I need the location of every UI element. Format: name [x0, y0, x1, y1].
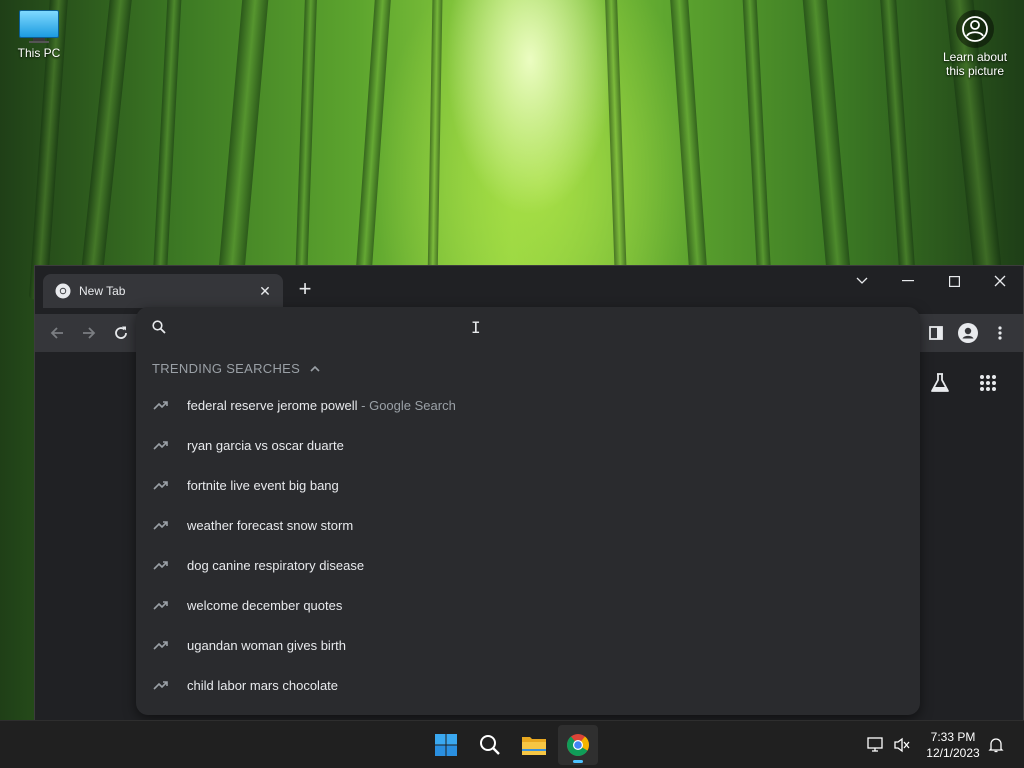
search-icon	[480, 735, 500, 755]
clock-time: 7:33 PM	[930, 730, 976, 744]
desktop-icon-label: This PC	[17, 46, 61, 60]
omnibox-input[interactable]	[178, 319, 878, 335]
maximize-button[interactable]	[931, 266, 977, 296]
reload-button[interactable]	[106, 318, 136, 348]
learn-about-picture[interactable]: Learn about this picture	[938, 10, 1012, 78]
file-explorer-icon	[522, 737, 546, 755]
suggestion-list: federal reserve jerome powell Google Sea…	[136, 385, 920, 705]
trending-icon	[153, 401, 168, 410]
suggestion-item[interactable]: welcome december quotes	[136, 585, 920, 625]
trending-icon	[153, 441, 168, 450]
omnibox[interactable]	[136, 307, 920, 347]
notifications-button[interactable]	[986, 735, 1006, 755]
suggestion-item[interactable]: weather forecast snow storm	[136, 505, 920, 545]
tab-new-tab[interactable]: New Tab ✕	[43, 274, 283, 308]
plus-icon: +	[298, 276, 312, 301]
back-button[interactable]	[42, 318, 72, 348]
suggestion-text: ugandan woman gives birth	[187, 637, 346, 653]
suggestion-item[interactable]: fortnite live event big bang	[136, 465, 920, 505]
close-icon[interactable]: ✕	[257, 283, 273, 300]
reload-icon	[115, 326, 127, 339]
suggestion-item[interactable]: federal reserve jerome powell Google Sea…	[136, 385, 920, 425]
trending-icon	[153, 601, 168, 610]
volume-muted-icon	[894, 737, 910, 753]
suggestion-text: fortnite live event big bang	[187, 477, 339, 493]
forward-button[interactable]	[74, 318, 104, 348]
desktop-icon-this-pc[interactable]: This PC	[2, 10, 76, 60]
arrow-left-icon	[50, 327, 63, 339]
labs-button[interactable]	[925, 368, 955, 398]
suggestion-text: dog canine respiratory disease	[187, 557, 365, 573]
trending-icon	[153, 561, 168, 570]
tab-search-icon	[856, 277, 868, 284]
file-explorer-button[interactable]	[514, 725, 554, 765]
chrome-taskbar-button[interactable]	[558, 725, 598, 765]
taskbar-search-button[interactable]	[470, 725, 510, 765]
chevron-up-icon[interactable]	[310, 365, 320, 372]
labs-flask-icon	[931, 373, 949, 392]
new-tab-button[interactable]: +	[293, 278, 317, 302]
tab-title: New Tab	[79, 284, 126, 298]
system-clock[interactable]: 7:33 PM 12/1/2023	[918, 729, 988, 761]
start-button[interactable]	[426, 725, 466, 765]
side-panel-icon	[929, 326, 943, 340]
maximize-icon	[948, 275, 960, 287]
taskbar: 7:33 PM 12/1/2023	[0, 720, 1024, 768]
windows-start-icon	[435, 734, 457, 756]
kebab-menu-icon	[998, 326, 1002, 340]
learn-about-picture-label: Learn about this picture	[942, 50, 1008, 78]
monitor-icon	[19, 10, 59, 44]
trending-icon	[153, 641, 168, 650]
bell-icon	[988, 738, 1004, 753]
suggestion-text: weather forecast snow storm	[187, 517, 354, 533]
side-panel-button[interactable]	[921, 318, 951, 348]
omnibox-dropdown: TRENDING SEARCHES federal reserve jerome…	[136, 307, 920, 715]
search-icon	[152, 320, 166, 334]
trending-icon	[153, 521, 168, 530]
trending-searches-header[interactable]: TRENDING SEARCHES	[152, 359, 320, 377]
close-icon	[994, 275, 1006, 287]
profile-icon	[958, 323, 978, 343]
minimize-button[interactable]	[885, 266, 931, 296]
trending-icon	[153, 681, 168, 690]
suggestion-item[interactable]: dog canine respiratory disease	[136, 545, 920, 585]
close-window-button[interactable]	[977, 266, 1023, 296]
text-cursor-icon: I	[471, 318, 481, 337]
arrow-right-icon	[83, 327, 96, 339]
suggestion-item[interactable]: child labor mars chocolate	[136, 665, 920, 705]
section-header-label: TRENDING SEARCHES	[152, 360, 301, 376]
chrome-icon	[55, 283, 71, 299]
tab-search-button[interactable]	[839, 266, 885, 296]
profile-button[interactable]	[953, 318, 983, 348]
suggestion-item[interactable]: ryan garcia vs oscar duarte	[136, 425, 920, 465]
clock-date: 12/1/2023	[926, 746, 980, 760]
suggestion-text: ryan garcia vs oscar duarte	[187, 437, 344, 453]
chrome-icon	[567, 734, 589, 756]
suggestion-text: welcome december quotes	[187, 597, 343, 613]
apps-button[interactable]	[973, 368, 1003, 398]
camera-info-icon	[956, 10, 994, 48]
suggestion-item[interactable]: ugandan woman gives birth	[136, 625, 920, 665]
suggestion-text: child labor mars chocolate	[187, 677, 339, 693]
active-app-indicator	[573, 760, 583, 763]
menu-button[interactable]	[985, 318, 1015, 348]
suggestion-hint: Google Search	[358, 398, 456, 413]
volume-button[interactable]	[892, 735, 912, 755]
network-button[interactable]	[866, 735, 886, 755]
apps-grid-icon	[980, 375, 996, 391]
network-icon	[867, 737, 883, 752]
minimize-icon	[902, 280, 914, 282]
trending-icon	[153, 481, 168, 490]
suggestion-text: federal reserve jerome powell	[187, 397, 358, 413]
